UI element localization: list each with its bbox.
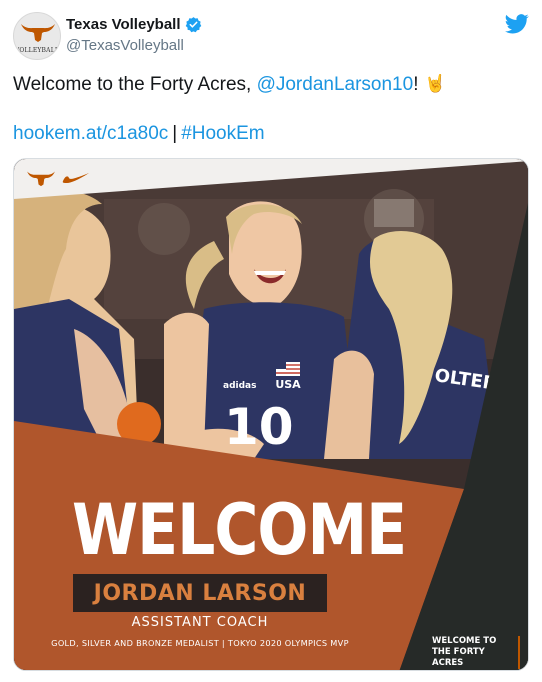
coach-name: JORDAN LARSON <box>93 580 307 606</box>
avatar-wordmark: VOLLEYBALL <box>14 47 60 54</box>
hashtag-link[interactable]: #HookEm <box>181 123 264 144</box>
coach-role: ASSISTANT COACH <box>131 615 269 630</box>
longhorn-logo-icon <box>27 171 55 187</box>
tweet-links-row: hookem.at/c1a80c | #HookEm <box>13 123 265 145</box>
nike-swoosh-icon <box>62 173 89 183</box>
brand-logos <box>26 169 90 187</box>
display-name[interactable]: Texas Volleyball <box>66 16 181 33</box>
link-separator: | <box>172 123 178 144</box>
account-avatar[interactable]: VOLLEYBALL <box>13 12 61 60</box>
longhorn-logo-icon <box>21 24 55 42</box>
tweet-text-prefix: Welcome to the Forty Acres, <box>13 74 257 95</box>
twitter-bird-icon[interactable] <box>505 14 529 34</box>
mention-link[interactable]: @JordanLarson10 <box>257 74 414 95</box>
jersey-number: 10 <box>224 398 294 456</box>
jersey-usa-label: USA <box>275 378 301 391</box>
forty-acres-tagline: WELCOME TO THE FORTY ACRES <box>432 636 520 669</box>
welcome-headline: WELCOME <box>72 489 407 572</box>
short-url-link[interactable]: hookem.at/c1a80c <box>13 123 168 144</box>
tweet-body: Welcome to the Forty Acres, @JordanLarso… <box>13 74 446 96</box>
jersey-brand-label: adidas <box>223 381 256 391</box>
account-handle[interactable]: @TexasVolleyball <box>66 37 184 54</box>
rock-on-emoji-icon: 🤘 <box>424 74 446 93</box>
coach-honors: GOLD, SILVER AND BRONZE MEDALIST | TOKYO… <box>51 638 349 648</box>
tweet-card: VOLLEYBALL Texas Volleyball @TexasVolley… <box>0 0 542 682</box>
tweet-text-suffix: ! <box>413 74 419 95</box>
verified-badge-icon <box>185 17 201 33</box>
author-name-row[interactable]: Texas Volleyball <box>66 16 202 33</box>
tweet-media-image[interactable]: USA adidas 10 OLTEF WELCOME JORDAN LARSO… <box>13 158 529 671</box>
name-plate: JORDAN LARSON <box>73 574 327 612</box>
